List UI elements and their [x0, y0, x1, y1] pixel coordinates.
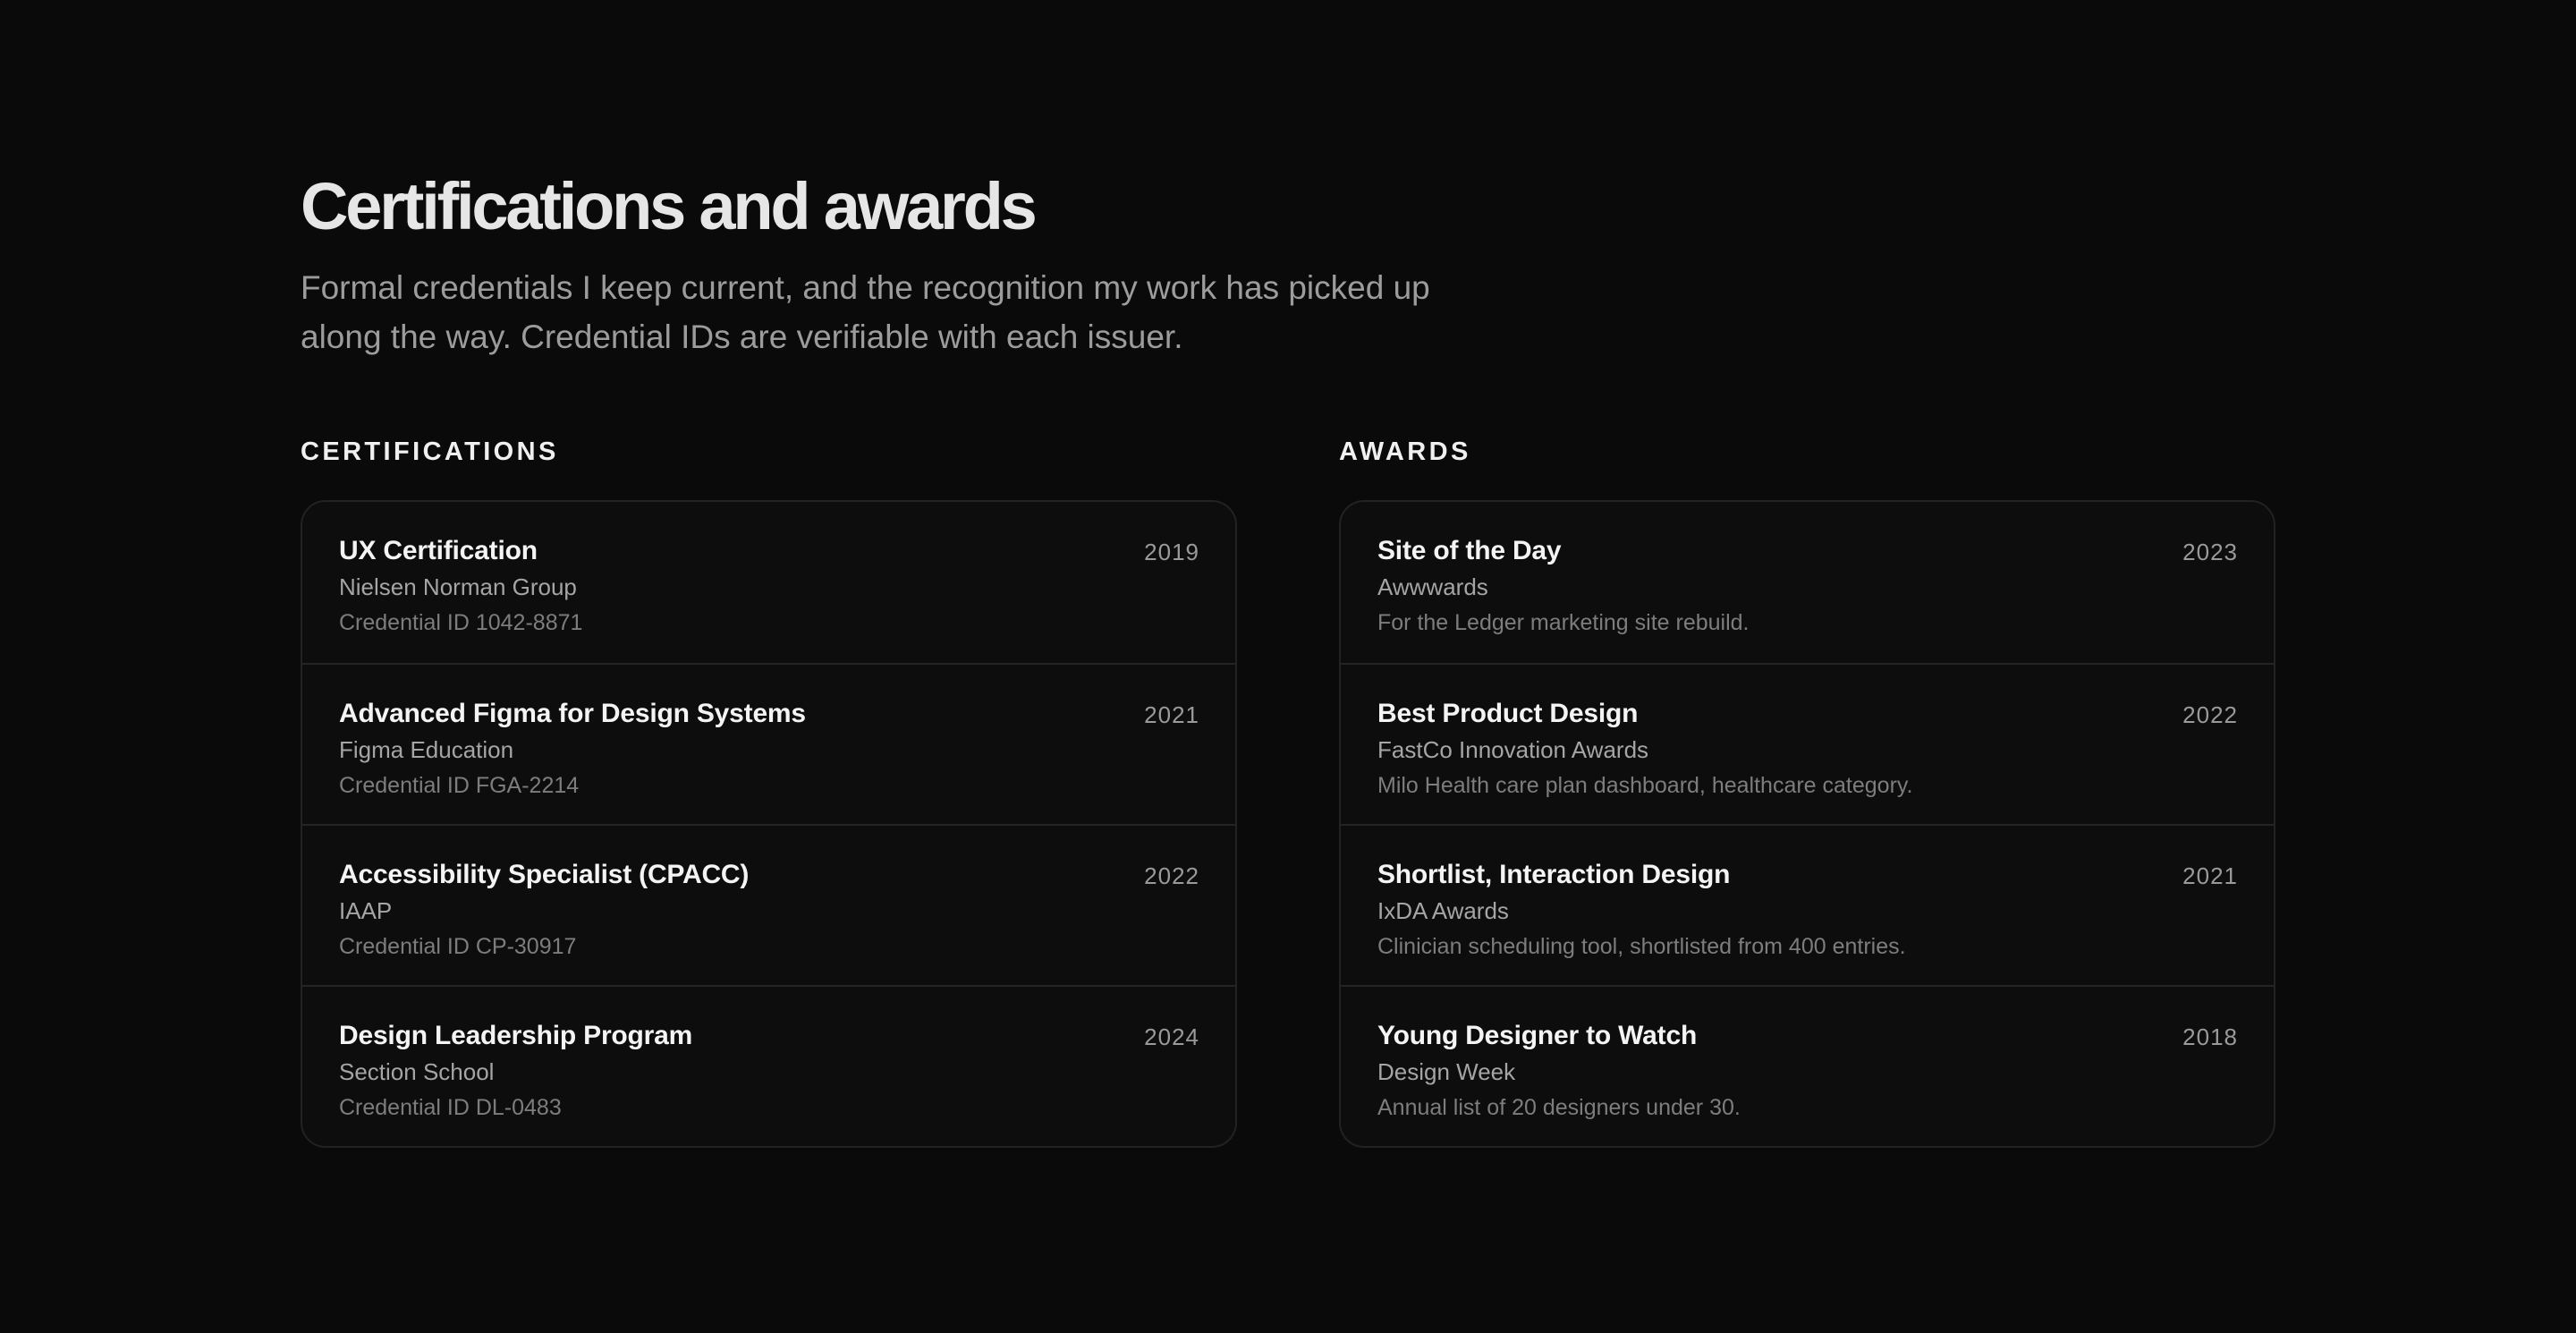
certification-item: Advanced Figma for Design Systems 2021 F…: [302, 663, 1235, 824]
award-description: Clinician scheduling tool, shortlisted f…: [1377, 934, 1906, 959]
certification-issuer: Figma Education: [339, 736, 514, 763]
certification-title: Accessibility Specialist (CPACC): [339, 860, 750, 889]
certifications-column: CERTIFICATIONS UX Certification 2019 Nie…: [301, 437, 1237, 1148]
certification-credential-id: Credential ID FGA-2214: [339, 773, 580, 798]
award-item: Best Product Design 2022 FastCo Innovati…: [1341, 663, 2274, 824]
certification-title: Advanced Figma for Design Systems: [339, 699, 806, 728]
page-subtitle-line-1: Formal credentials I keep current, and t…: [301, 269, 1430, 306]
certification-year: 2019: [1144, 539, 1199, 565]
page-subtitle: Formal credentials I keep current, and t…: [301, 263, 1553, 361]
certifications-awards-section: Certifications and awards Formal credent…: [301, 166, 2275, 1148]
award-description: Annual list of 20 designers under 30.: [1377, 1095, 1741, 1120]
award-title: Shortlist, Interaction Design: [1377, 860, 1731, 889]
columns: CERTIFICATIONS UX Certification 2019 Nie…: [301, 437, 2275, 1148]
award-issuer: Awwwards: [1377, 573, 1488, 600]
award-title: Best Product Design: [1377, 699, 1639, 728]
certifications-heading: CERTIFICATIONS: [301, 437, 559, 466]
award-issuer: Design Week: [1377, 1058, 1516, 1085]
certification-credential-id: Credential ID 1042-8871: [339, 610, 583, 635]
award-description: Milo Health care plan dashboard, healthc…: [1377, 773, 1913, 798]
awards-heading: AWARDS: [1339, 437, 1471, 466]
award-issuer: IxDA Awards: [1377, 897, 1509, 924]
award-item: Site of the Day 2023 Awwwards For the Le…: [1341, 502, 2274, 663]
certification-issuer: Section School: [339, 1058, 495, 1085]
certification-issuer: IAAP: [339, 897, 393, 924]
certification-year: 2021: [1144, 701, 1199, 728]
award-year: 2018: [2182, 1023, 2238, 1050]
award-year: 2023: [2182, 539, 2238, 565]
certifications-card: UX Certification 2019 Nielsen Norman Gro…: [301, 500, 1237, 1148]
award-year: 2021: [2182, 862, 2238, 889]
award-item: Shortlist, Interaction Design 2021 IxDA …: [1341, 824, 2274, 985]
award-item: Young Designer to Watch 2018 Design Week…: [1341, 985, 2274, 1146]
certification-year: 2022: [1144, 862, 1199, 889]
certification-issuer: Nielsen Norman Group: [339, 573, 577, 600]
certification-credential-id: Credential ID CP-30917: [339, 934, 577, 959]
certification-item: Design Leadership Program 2024 Section S…: [302, 985, 1235, 1146]
certification-year: 2024: [1144, 1023, 1199, 1050]
awards-column: AWARDS Site of the Day 2023 Awwwards For…: [1339, 437, 2275, 1148]
certification-credential-id: Credential ID DL-0483: [339, 1095, 562, 1120]
certification-item: Accessibility Specialist (CPACC) 2022 IA…: [302, 824, 1235, 985]
page-subtitle-line-2: along the way. Credential IDs are verifi…: [301, 318, 1183, 355]
page-title: Certifications and awards: [301, 169, 1038, 243]
award-year: 2022: [2182, 701, 2238, 728]
award-description: For the Ledger marketing site rebuild.: [1377, 610, 1750, 635]
awards-card: Site of the Day 2023 Awwwards For the Le…: [1339, 500, 2275, 1148]
certification-title: Design Leadership Program: [339, 1021, 693, 1050]
award-title: Young Designer to Watch: [1377, 1021, 1698, 1050]
certification-title: UX Certification: [339, 536, 538, 565]
award-issuer: FastCo Innovation Awards: [1377, 736, 1649, 763]
certification-item: UX Certification 2019 Nielsen Norman Gro…: [302, 502, 1235, 663]
award-title: Site of the Day: [1377, 536, 1562, 565]
